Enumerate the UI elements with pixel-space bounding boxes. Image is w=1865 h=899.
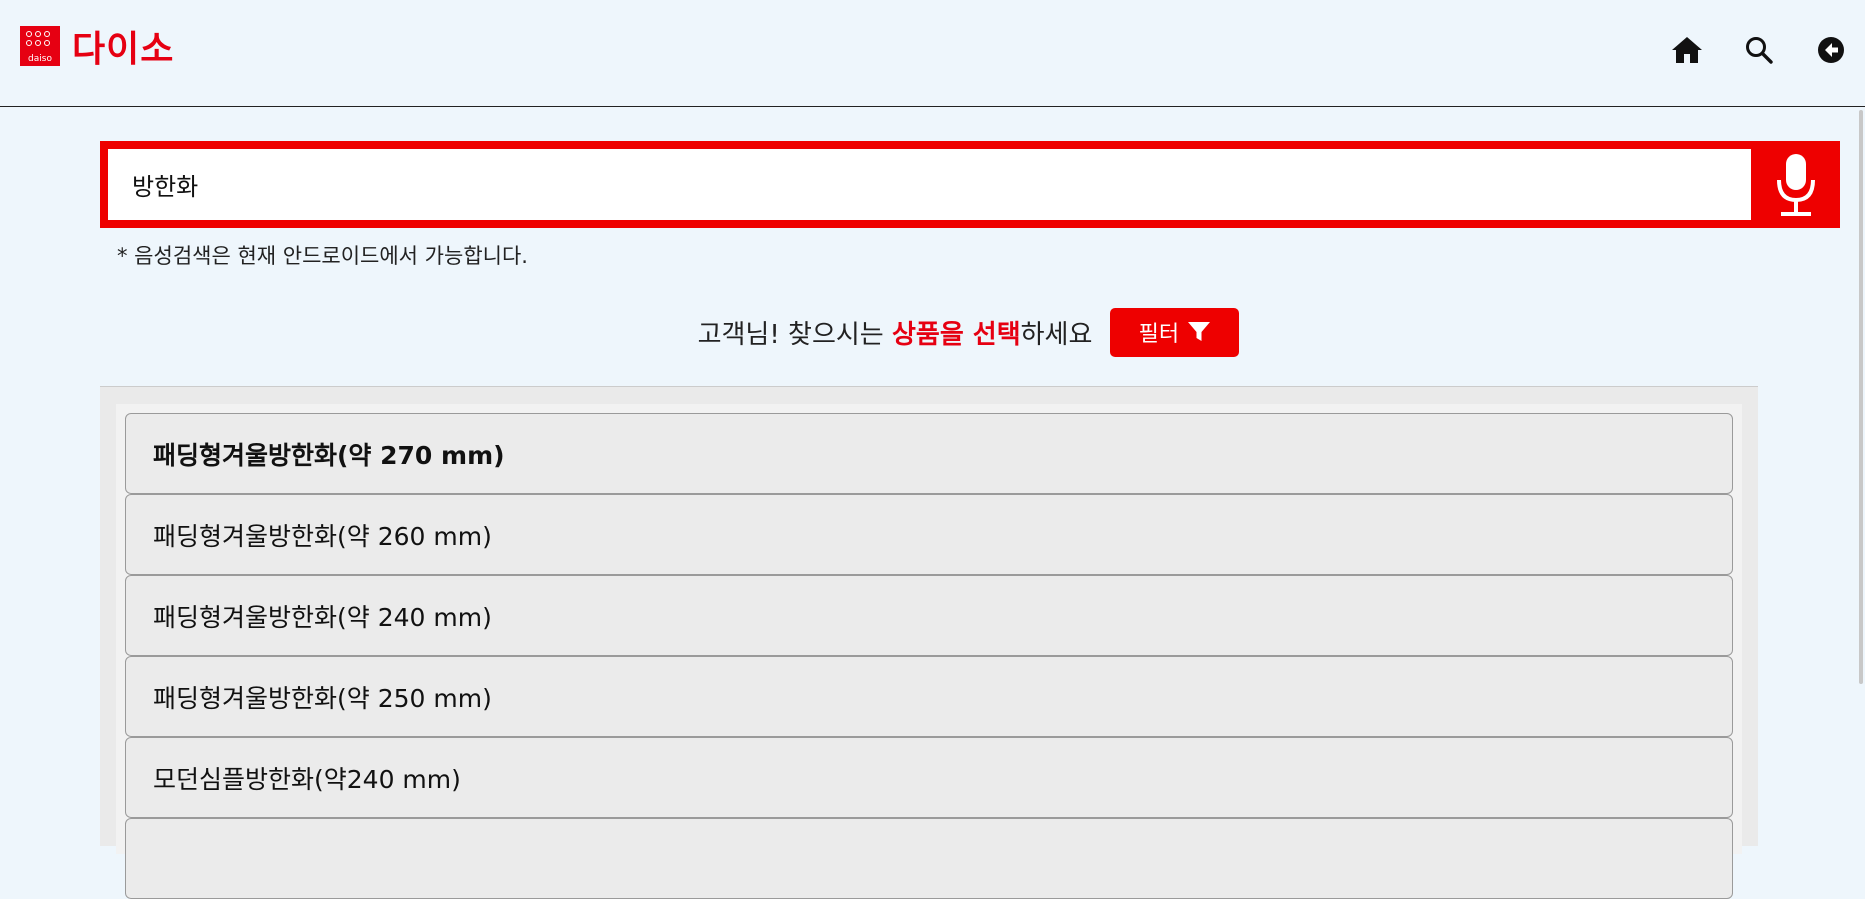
filter-label: 필터 [1138, 322, 1180, 347]
logo-mark-text: daiso [28, 54, 52, 64]
filter-icon [1188, 322, 1211, 341]
back-icon[interactable] [1815, 34, 1847, 66]
voice-search-button[interactable] [1751, 141, 1840, 228]
result-item[interactable]: 모던심플방한화(약240 mm) [125, 737, 1733, 818]
daiso-logo[interactable]: daiso 다이소 [20, 26, 174, 70]
search-input-wrap [108, 149, 1751, 220]
header-actions [1671, 34, 1847, 66]
search-input[interactable] [108, 149, 1751, 220]
microphone-icon [1776, 153, 1815, 216]
results-panel: 패딩형겨울방한화(약 270 mm) 패딩형겨울방한화(약 260 mm) 패딩… [100, 386, 1758, 899]
result-item[interactable]: 패딩형겨울방한화(약 270 mm) [125, 413, 1733, 494]
results-list: 패딩형겨울방한화(약 270 mm) 패딩형겨울방한화(약 260 mm) 패딩… [116, 404, 1742, 899]
app-header: daiso 다이소 [0, 0, 1865, 107]
result-item[interactable]: 패딩형겨울방한화(약 260 mm) [125, 494, 1733, 575]
prompt-row: 고객님! 찾으시는 상품을 선택하세요 필터 [0, 307, 1865, 357]
result-item[interactable]: 패딩형겨울방한화(약 250 mm) [125, 656, 1733, 737]
search-bar [100, 141, 1840, 228]
page-scrollbar[interactable] [1857, 107, 1865, 846]
result-item[interactable] [125, 818, 1733, 899]
search-icon[interactable] [1743, 34, 1775, 66]
scrollbar-thumb[interactable] [1859, 110, 1863, 684]
voice-search-note: * 음성검색은 현재 안드로이드에서 가능합니다. [117, 244, 528, 268]
filter-button[interactable]: 필터 [1110, 307, 1240, 357]
logo-mark: daiso [20, 26, 60, 66]
prompt-highlight: 상품을 선택 [891, 319, 1021, 350]
home-icon[interactable] [1671, 34, 1703, 66]
result-item[interactable]: 패딩형겨울방한화(약 240 mm) [125, 575, 1733, 656]
logo-text: 다이소 [72, 29, 175, 70]
select-product-prompt: 고객님! 찾으시는 상품을 선택하세요 [697, 319, 1093, 350]
